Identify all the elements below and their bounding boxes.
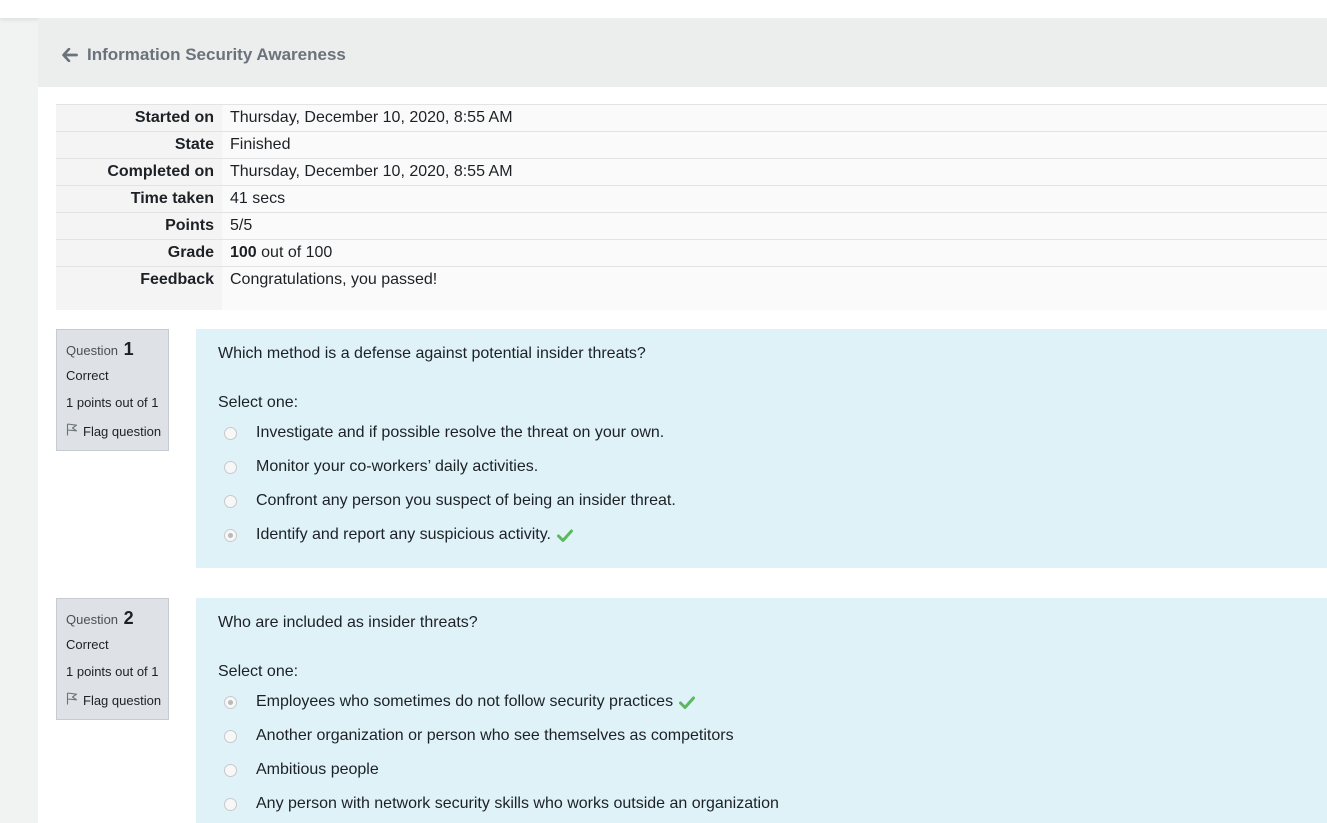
radio-icon[interactable] [224,763,237,777]
answer-option[interactable]: Investigate and if possible resolve the … [218,416,1327,450]
radio-icon[interactable] [224,426,237,440]
answer-option[interactable]: Confront any person you suspect of being… [218,484,1327,518]
summary-label: Feedback [56,266,222,310]
answer-text: Investigate and if possible resolve the … [256,424,665,441]
flag-question-button[interactable]: Flag question [66,422,168,440]
answer-text: Ambitious people [256,761,379,778]
answer-text: Another organization or person who see t… [256,727,734,744]
summary-value: Thursday, December 10, 2020, 8:55 AM [222,158,1327,186]
radio-icon[interactable] [224,528,237,542]
summary-label: Time taken [56,185,222,213]
arrow-left-icon [62,48,78,62]
summary-value: 41 secs [222,185,1327,213]
radio-icon[interactable] [224,729,237,743]
back-to-course-link[interactable]: Information Security Awareness [62,45,346,65]
radio-icon[interactable] [224,460,237,474]
flag-icon [66,692,78,708]
summary-row: Completed on Thursday, December 10, 2020… [56,158,1327,186]
summary-label: Completed on [56,158,222,186]
main-region: Started on Thursday, December 10, 2020, … [38,87,1327,823]
summary-row: Grade 100 out of 100 [56,239,1327,267]
radio-icon[interactable] [224,494,237,508]
question-label: Question [66,343,119,358]
flag-icon [66,423,78,439]
question-number: 1 [123,339,134,359]
grade-value: 100 out of 100 [222,239,1327,267]
summary-value: Thursday, December 10, 2020, 8:55 AM [222,104,1327,132]
answer-list: Investigate and if possible resolve the … [218,416,1327,552]
summary-row: State Finished [56,131,1327,159]
select-one-prompt: Select one: [218,394,299,411]
question-label: Question [66,612,119,627]
answer-text: Monitor your co-workers’ daily activitie… [256,458,539,475]
summary-value: Congratulations, you passed! [222,266,1327,310]
answer-list: Employees who sometimes do not follow se… [218,685,1327,821]
page-header: Information Security Awareness [38,18,1327,87]
select-one-prompt: Select one: [218,663,299,680]
summary-value: Finished [222,131,1327,159]
summary-label: State [56,131,222,159]
question-text: Which method is a defense against potent… [218,345,646,362]
summary-row: Points 5/5 [56,212,1327,240]
answer-option[interactable]: Ambitious people [218,753,1327,787]
question-status: Correct [66,637,109,652]
flag-question-button[interactable]: Flag question [66,691,168,709]
check-icon [679,696,696,709]
summary-label: Points [56,212,222,240]
question-text: Who are included as insider threats? [218,614,478,631]
answer-text: Confront any person you suspect of being… [256,492,676,509]
question-status: Correct [66,368,109,383]
grade-out-of: out of 100 [256,244,333,261]
question-content-2: Who are included as insider threats? Sel… [196,598,1327,823]
question-number: 2 [123,608,134,628]
flag-label: Flag question [83,423,162,439]
summary-label: Grade [56,239,222,267]
radio-icon[interactable] [224,797,237,811]
answer-option[interactable]: Identify and report any suspicious activ… [218,518,1327,552]
summary-row: Time taken 41 secs [56,185,1327,213]
check-icon [556,529,573,542]
attempt-summary-table: Started on Thursday, December 10, 2020, … [56,104,1327,310]
radio-icon[interactable] [224,695,237,709]
grade-score: 100 [230,244,257,261]
answer-text: Any person with network security skills … [256,795,779,812]
summary-row: Feedback Congratulations, you passed! [56,266,1327,310]
top-navbar [0,0,1327,18]
course-title: Information Security Awareness [87,45,346,64]
question-content-1: Which method is a defense against potent… [196,329,1327,568]
flag-label: Flag question [83,692,162,708]
question-info-2: Question 2 Correct 1 points out of 1 Fla… [56,598,169,720]
answer-option[interactable]: Another organization or person who see t… [218,719,1327,753]
answer-text: Identify and report any suspicious activ… [256,526,551,543]
summary-row: Started on Thursday, December 10, 2020, … [56,104,1327,132]
summary-value: 5/5 [222,212,1327,240]
answer-option[interactable]: Employees who sometimes do not follow se… [218,685,1327,719]
question-points: 1 points out of 1 [66,395,159,410]
question-info-1: Question 1 Correct 1 points out of 1 Fla… [56,329,169,451]
summary-label: Started on [56,104,222,132]
question-points: 1 points out of 1 [66,664,159,679]
answer-text: Employees who sometimes do not follow se… [256,693,674,710]
answer-option[interactable]: Any person with network security skills … [218,787,1327,821]
answer-option[interactable]: Monitor your co-workers’ daily activitie… [218,450,1327,484]
